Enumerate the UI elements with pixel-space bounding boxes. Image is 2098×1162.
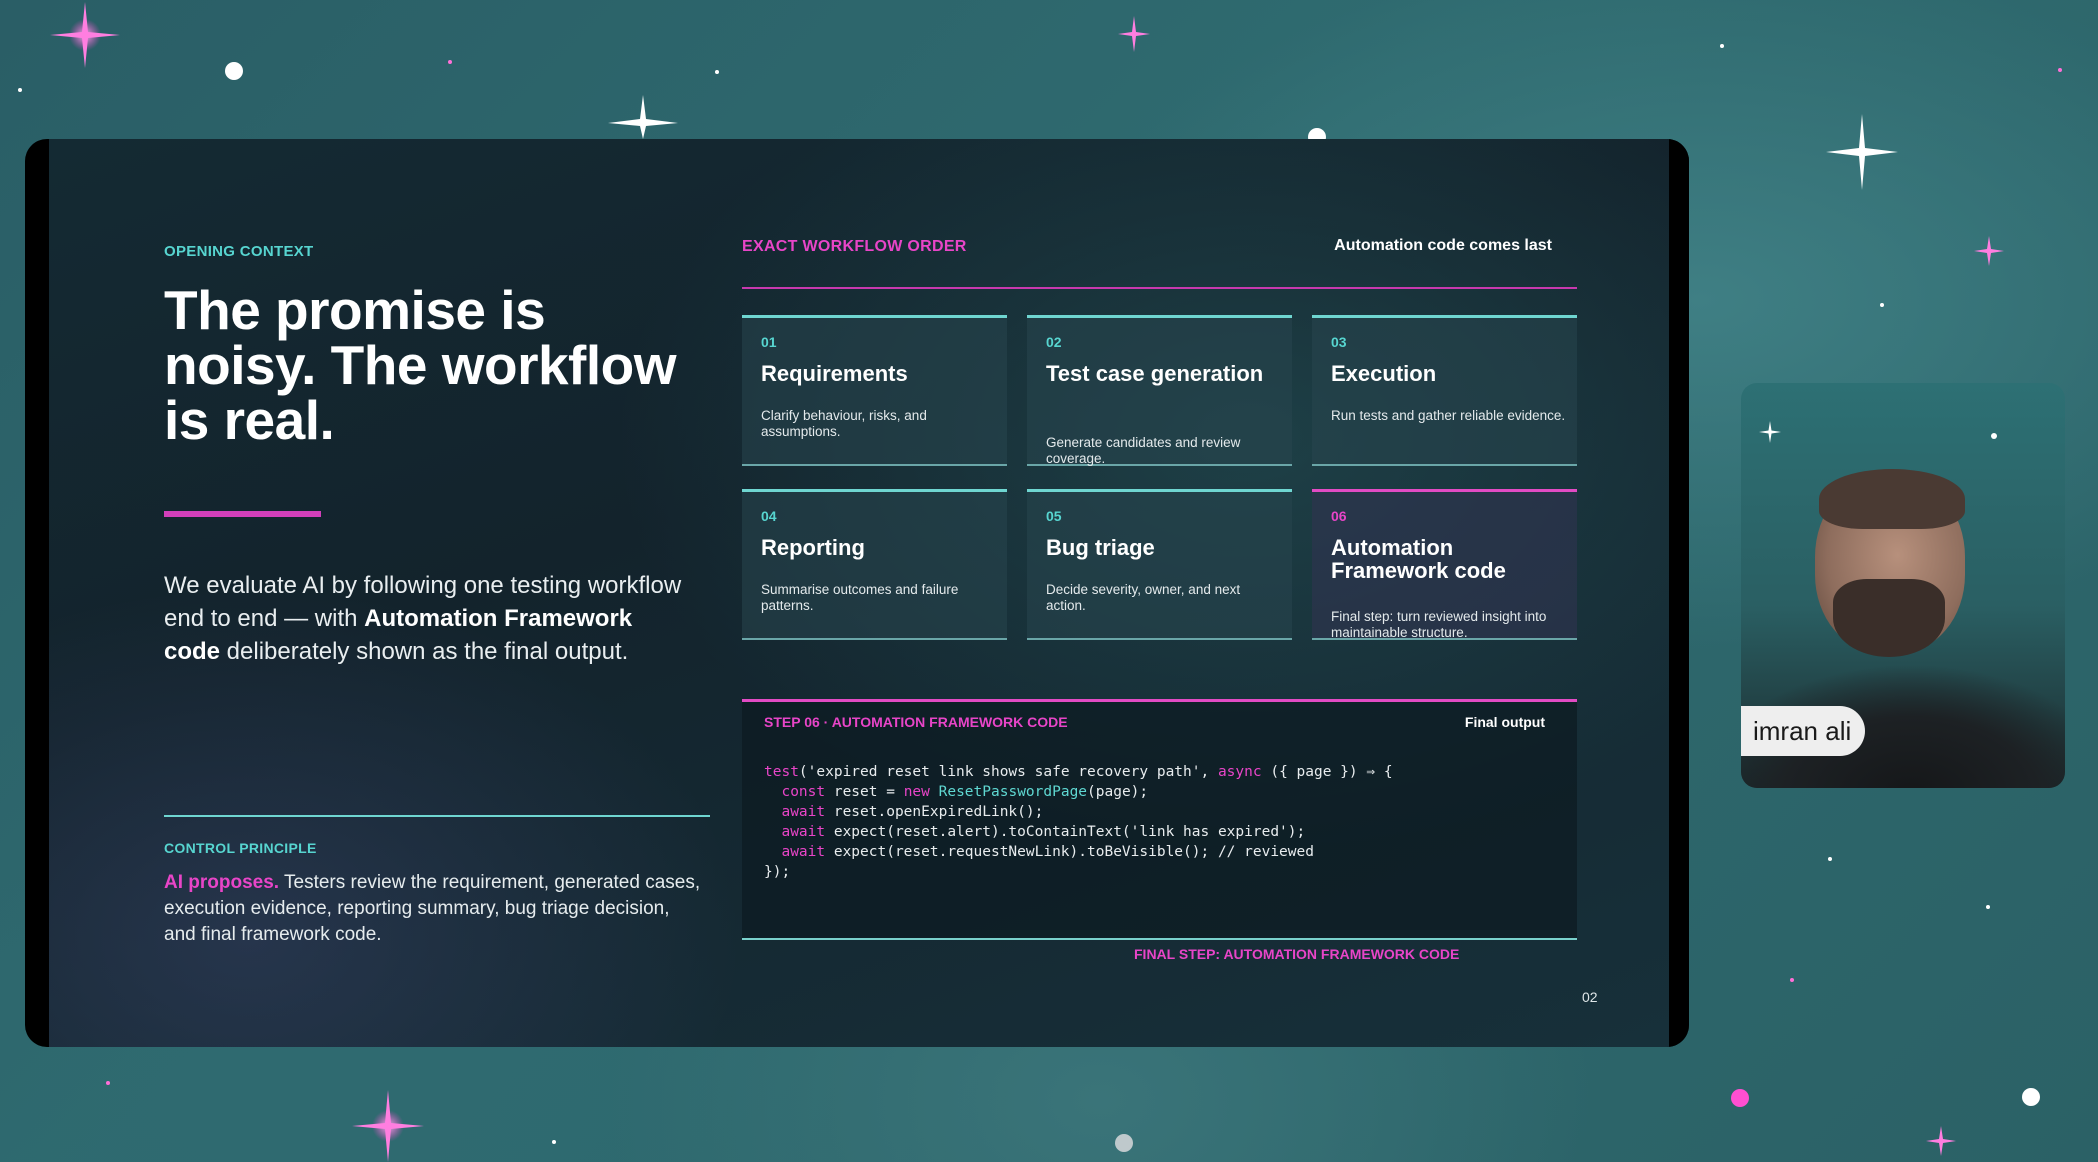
star-dot [1880, 303, 1884, 307]
workflow-step-card: 01 Requirements Clarify behaviour, risks… [742, 315, 1007, 466]
star-dot [715, 70, 719, 74]
star-dot [1828, 857, 1832, 861]
step-number: 03 [1331, 334, 1347, 350]
workflow-step-card: 03 Execution Run tests and gather reliab… [1312, 315, 1577, 466]
sparkle-icon [352, 1090, 424, 1162]
step-description: Summarise outcomes and failure patterns. [761, 582, 959, 613]
step-number: 02 [1046, 334, 1062, 350]
step-number: 05 [1046, 508, 1062, 524]
sparkle-icon [50, 2, 120, 68]
star-dot [1720, 44, 1724, 48]
title-underline [164, 511, 321, 517]
step-number: 04 [761, 508, 777, 524]
step-description: Generate candidates and review coverage. [1046, 435, 1241, 466]
presentation-slide: OPENING CONTEXT The promise is noisy. Th… [25, 139, 1689, 1047]
slide-canvas: OPENING CONTEXT The promise is noisy. Th… [49, 139, 1689, 1047]
star-dot [1115, 1134, 1133, 1152]
step-description: Final step: turn reviewed insight into m… [1331, 609, 1547, 640]
workflow-step-card: 02 Test case generation Generate candida… [1027, 315, 1292, 466]
step-number: 01 [761, 334, 777, 350]
lead-text: deliberately shown as the final output. [220, 638, 629, 665]
final-output-badge: Final output [1464, 714, 1545, 730]
star-dot [2022, 1088, 2040, 1106]
opening-context-label: OPENING CONTEXT [164, 243, 314, 260]
code-text: (page); [1087, 784, 1149, 800]
sparkle-icon [1118, 16, 1150, 52]
step-title: Reporting [761, 535, 865, 560]
code-panel-heading: STEP 06 · AUTOMATION FRAMEWORK CODE [764, 714, 1068, 730]
control-principle-rule [164, 815, 710, 817]
sparkle-icon [1926, 1126, 1956, 1156]
step-title: Bug triage [1046, 535, 1155, 560]
code-keyword: await [764, 844, 826, 860]
code-panel: STEP 06 · AUTOMATION FRAMEWORK CODE Fina… [742, 699, 1577, 940]
sparkle-icon [608, 95, 678, 139]
code-text: reset = [825, 784, 904, 800]
step-title: Automation Framework code [1331, 535, 1506, 583]
code-keyword: test [764, 764, 799, 780]
sparkle-icon [1974, 236, 2004, 266]
participant-name-tag: imran ali [1741, 706, 1866, 756]
code-text: expect(reset.requestNewLink).toBeVisible… [825, 844, 1314, 860]
code-keyword: async [1217, 764, 1262, 780]
code-text: reset.openExpiredLink(); [825, 804, 1044, 820]
star-dot [1790, 978, 1794, 982]
step-title: Execution [1331, 361, 1437, 386]
lead-paragraph: We evaluate AI by following one testing … [164, 569, 684, 668]
workflow-rule [742, 287, 1577, 289]
star-dot [225, 62, 243, 80]
code-block: test('expired reset link shows safe reco… [764, 762, 1393, 882]
workflow-step-card-final: 06 Automation Framework code Final step:… [1312, 489, 1577, 640]
slide-edge [1669, 139, 1689, 1047]
code-keyword: new [903, 784, 930, 800]
code-text: }); [764, 864, 791, 880]
step-description: Decide severity, owner, and next action. [1046, 582, 1241, 613]
page-number: 02 [1582, 989, 1598, 1005]
star-dot [1731, 1089, 1749, 1107]
code-text: ({ page }) ⇒ { [1261, 764, 1393, 780]
workflow-order-label: EXACT WORKFLOW ORDER [742, 238, 967, 255]
participant-hair [1819, 469, 1965, 529]
workflow-step-card: 05 Bug triage Decide severity, owner, an… [1027, 489, 1292, 640]
code-keyword: const [764, 784, 826, 800]
workflow-step-card: 04 Reporting Summarise outcomes and fail… [742, 489, 1007, 640]
control-principle-label: CONTROL PRINCIPLE [164, 840, 317, 856]
code-keyword: await [764, 804, 826, 820]
step-description: Clarify behaviour, risks, and assumption… [761, 408, 927, 439]
slide-title: The promise is noisy. The workflow is re… [164, 279, 677, 451]
sparkle-icon [1759, 421, 1781, 443]
star-dot [1986, 905, 1990, 909]
sparkle-icon [1826, 114, 1898, 190]
star-dot [448, 60, 452, 64]
step-title: Test case generation [1046, 361, 1264, 386]
control-principle-lead: AI proposes. [164, 872, 280, 893]
star-dot [552, 1140, 556, 1144]
step-number: 06 [1331, 508, 1347, 524]
star-dot [2058, 68, 2062, 72]
final-step-label: FINAL STEP: AUTOMATION FRAMEWORK CODE [1134, 946, 1460, 962]
code-text: expect(reset.alert).toContainText('link … [825, 824, 1306, 840]
code-text: ('expired reset link shows safe recovery… [798, 764, 1218, 780]
step-title: Requirements [761, 361, 908, 386]
star-dot [18, 88, 22, 92]
code-keyword: await [764, 824, 826, 840]
workflow-subtitle: Automation code comes last [1334, 237, 1552, 254]
step-description: Run tests and gather reliable evidence. [1331, 408, 1566, 423]
star-dot [106, 1081, 110, 1085]
control-principle-text: AI proposes. Testers review the requirem… [164, 870, 704, 948]
participant-beard [1833, 579, 1945, 657]
star-dot [1991, 433, 1997, 439]
code-class: ResetPasswordPage [929, 784, 1088, 800]
